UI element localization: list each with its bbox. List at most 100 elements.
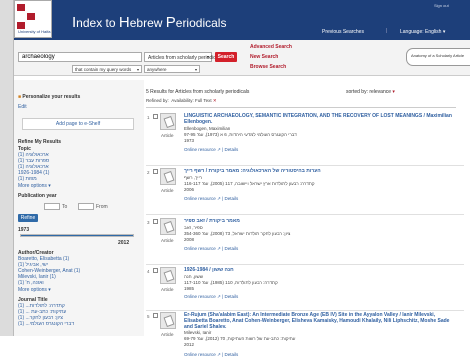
result-item: 1 Article LINGUISTIC ARCHAEOLOGY, SEMANT… bbox=[146, 113, 464, 165]
details-link[interactable]: Details bbox=[225, 196, 239, 201]
refine-heading: Refine My Results bbox=[18, 139, 62, 145]
logo-stripe bbox=[27, 13, 35, 20]
refine-button[interactable]: Refine bbox=[18, 214, 38, 222]
search-input[interactable] bbox=[18, 52, 142, 62]
scholarly-article-label: Anatomy of a Scholarly Article bbox=[411, 53, 465, 58]
result-checkbox[interactable] bbox=[153, 219, 158, 224]
result-type: Article bbox=[161, 188, 174, 193]
online-resource-link[interactable]: Online resource bbox=[184, 196, 216, 201]
facet-author-item[interactable]: ואזנה, ח' (1) bbox=[18, 280, 44, 286]
year-max-label: 2012 bbox=[118, 240, 130, 246]
edit-link[interactable]: Edit bbox=[18, 104, 27, 110]
result-title[interactable]: Er-Rujum (Sha'alabim East): An Intermedi… bbox=[184, 312, 456, 330]
result-source: קתדרה: רבעון לתולדות ארץ ישראל ויישובה, … bbox=[184, 181, 315, 186]
condition-select[interactable]: that contain my query words ▾ bbox=[72, 65, 142, 73]
language-selector[interactable]: Language: English ▾ bbox=[400, 29, 445, 35]
result-year: 2006 bbox=[184, 187, 195, 192]
article-thumbnail[interactable] bbox=[160, 168, 176, 185]
details-link[interactable]: Details bbox=[225, 147, 239, 152]
chevron-down-icon: ▾ bbox=[442, 29, 446, 35]
result-title[interactable]: הערות בהיסטוריה של הארכאולוגיה: מאמר ביק… bbox=[184, 168, 464, 174]
advanced-search-link[interactable]: Advanced Search bbox=[250, 44, 292, 50]
facet-topic-item[interactable]: מפות (1) bbox=[18, 176, 37, 182]
sign-out-link[interactable]: Sign out bbox=[434, 3, 449, 8]
document-icon bbox=[163, 170, 175, 184]
results-panel: 5 Results for Articles from scholarly pe… bbox=[146, 80, 470, 357]
new-search-link[interactable]: New Search bbox=[250, 54, 278, 60]
year-range-slider[interactable] bbox=[20, 234, 134, 237]
result-year: 1973 bbox=[184, 138, 195, 143]
chevron-down-icon: ▾ bbox=[194, 67, 197, 72]
personalize-label: Personalize your results bbox=[22, 94, 81, 100]
add-to-eshelf-button[interactable]: Add page to e-Shelf bbox=[22, 118, 134, 130]
sort-value: sorted by: relevance bbox=[346, 89, 392, 95]
result-author: Ellenbogen, Maximilian bbox=[184, 126, 231, 131]
browse-search-link[interactable]: Browse Search bbox=[250, 64, 286, 70]
person-icon: ■ bbox=[18, 94, 22, 100]
document-icon bbox=[163, 115, 175, 129]
sort-select[interactable]: sorted by: relevance ▾ bbox=[346, 89, 395, 95]
refined-by-label: Refined by: bbox=[146, 98, 169, 103]
result-number: 3 bbox=[147, 220, 150, 225]
where-select[interactable]: anywhere ▾ bbox=[144, 65, 200, 73]
result-checkbox[interactable] bbox=[153, 169, 158, 174]
result-divider bbox=[146, 165, 464, 166]
more-options-author[interactable]: More options ▾ bbox=[18, 287, 51, 293]
result-title[interactable]: מאמר ביקורת / זאב ספיר bbox=[184, 218, 464, 224]
document-icon bbox=[163, 220, 175, 234]
language-label: Language: bbox=[400, 29, 424, 35]
personalize-heading[interactable]: ■ Personalize your results bbox=[18, 94, 80, 100]
availability-filter[interactable]: Availability: Full Text bbox=[171, 98, 211, 103]
title-initial-h: H bbox=[118, 14, 130, 31]
online-resource-link[interactable]: Online resource bbox=[184, 147, 216, 152]
site-header: University of Haifa Index to Hebrew Peri… bbox=[14, 0, 470, 40]
page-title: Index to Hebrew Periodicals bbox=[72, 14, 226, 31]
to-label: To bbox=[62, 204, 68, 210]
article-thumbnail[interactable] bbox=[160, 113, 176, 130]
condition-value: that contain my query words bbox=[75, 67, 132, 72]
slider-fill bbox=[21, 235, 133, 236]
result-number: 2 bbox=[147, 170, 150, 175]
online-resource-link[interactable]: Online resource bbox=[184, 352, 216, 357]
result-author: Milevski, Ianir bbox=[184, 330, 212, 335]
more-options-label: More options bbox=[18, 183, 47, 189]
results-count: 5 Results for Articles from scholarly pe… bbox=[146, 89, 250, 95]
result-checkbox[interactable] bbox=[153, 114, 158, 119]
details-link[interactable]: Details bbox=[225, 246, 239, 251]
result-title[interactable]: LINGUISTIC ARCHAEOLOGY, SEMANTIC INTEGRA… bbox=[184, 113, 464, 125]
title-part: ebrew bbox=[129, 16, 166, 30]
online-resource-link[interactable]: Online resource bbox=[184, 246, 216, 251]
article-thumbnail[interactable] bbox=[160, 312, 176, 329]
chevron-down-icon: ▾ bbox=[392, 89, 395, 95]
chevron-down-icon: ▾ bbox=[136, 67, 139, 72]
more-options-topic[interactable]: More options ▾ bbox=[18, 183, 51, 189]
result-author: רייך, רשף bbox=[184, 175, 203, 180]
facet-journal-item[interactable]: דברי הקונגרס העולמי... (1) bbox=[18, 321, 74, 327]
result-checkbox[interactable] bbox=[153, 313, 158, 318]
search-button[interactable]: Search bbox=[215, 52, 237, 62]
result-type: Article bbox=[161, 238, 174, 243]
article-thumbnail[interactable] bbox=[160, 218, 176, 235]
where-value: anywhere bbox=[147, 67, 167, 72]
year-to-input[interactable] bbox=[44, 203, 60, 210]
document-icon bbox=[163, 314, 175, 328]
sidebar: ■ Personalize your results Edit Add page… bbox=[14, 80, 144, 336]
logo-stripe bbox=[17, 4, 25, 11]
scope-select[interactable]: Articles from scholarly periodicals ▾ bbox=[144, 52, 222, 62]
university-logo[interactable]: University of Haifa bbox=[14, 0, 52, 38]
scholarly-article-button[interactable]: Anatomy of a Scholarly Article bbox=[406, 48, 470, 66]
year-from-input[interactable] bbox=[78, 203, 94, 210]
previous-searches-link[interactable]: Previous Searches bbox=[322, 29, 364, 35]
details-link[interactable]: Details bbox=[225, 352, 239, 357]
result-item: 2 Article הערות בהיסטוריה של הארכאולוגיה… bbox=[146, 168, 464, 214]
logo-stripe bbox=[17, 22, 25, 29]
result-links: Online resource ↗ | Details bbox=[184, 352, 239, 357]
result-type: Article bbox=[161, 332, 174, 337]
result-source: עתיקות: כתב-עת של רשות העתיקות, 70 (2012… bbox=[184, 336, 296, 341]
remove-filter-icon[interactable]: ✕ bbox=[213, 98, 217, 103]
title-part: eriodicals bbox=[175, 16, 227, 30]
result-number: 5 bbox=[147, 314, 150, 319]
result-source: ציון: רבעון לחקר תולדות ישראל, 73 (2008)… bbox=[184, 231, 291, 236]
browser-left-strip bbox=[0, 0, 14, 336]
chevron-down-icon: ▾ bbox=[48, 183, 51, 189]
